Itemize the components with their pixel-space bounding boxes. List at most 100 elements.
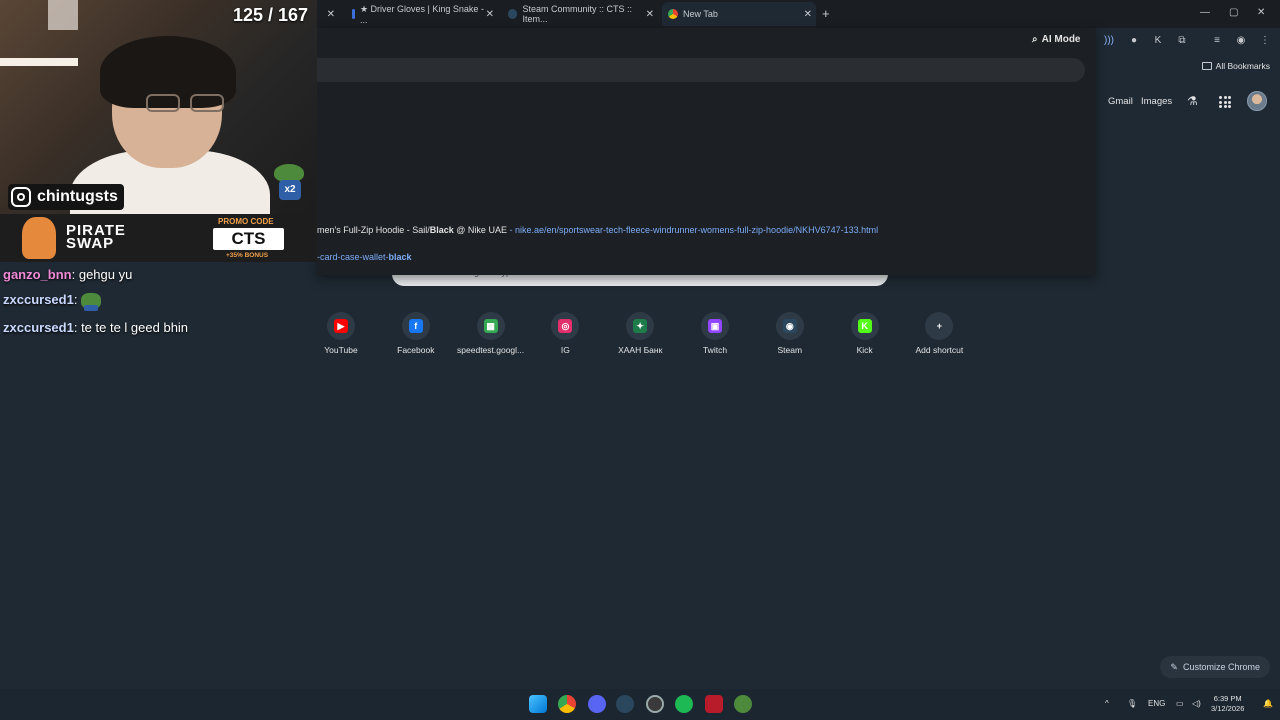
discord-icon[interactable] <box>588 695 606 713</box>
extension-icon[interactable]: ● <box>1128 35 1140 47</box>
shortcut-label: YouTube <box>324 345 358 355</box>
promo-bonus: +35% BONUS <box>226 252 269 259</box>
shortcut-tile[interactable]: ▶ YouTube <box>303 312 379 355</box>
all-bookmarks-label: All Bookmarks <box>1215 61 1270 71</box>
steam-icon: ◉ <box>782 319 797 333</box>
language-indicator[interactable]: ENG <box>1148 699 1165 708</box>
shortcut-tile[interactable]: ✦ ХААН Банк <box>602 312 678 355</box>
avatar[interactable] <box>1247 91 1267 111</box>
windows-start-icon[interactable] <box>529 695 547 713</box>
obs-icon[interactable] <box>646 695 664 713</box>
frog-emote-icon <box>81 292 102 311</box>
shortcut-tile[interactable]: ◉ Steam <box>752 312 828 355</box>
shortcut-tile[interactable]: K Kick <box>827 312 903 355</box>
close-window-button[interactable]: ✕ <box>1257 7 1265 18</box>
chat-message: ganzo_bnn: gehgu yu <box>3 267 133 282</box>
network-icon[interactable]: ▭ <box>1176 699 1184 708</box>
shortcut-circle: ◎ <box>551 312 580 340</box>
taskbar <box>0 689 1280 720</box>
google-apps-icon[interactable] <box>1219 96 1231 108</box>
shortcut-label: Add shortcut <box>915 345 964 355</box>
folder-icon <box>1201 62 1212 70</box>
shortcut-label: Steam <box>777 345 803 355</box>
close-icon[interactable]: ✕ <box>486 9 494 20</box>
chatterino-icon[interactable] <box>734 695 752 713</box>
shortcut-tile[interactable]: f Facebook <box>378 312 454 355</box>
chat-username: ganzo_bnn <box>3 267 72 282</box>
labs-flask-icon[interactable]: ⚗ <box>1187 94 1198 108</box>
pirate-mascot-icon <box>22 217 56 259</box>
pencil-icon: ✎ <box>1170 661 1178 672</box>
instagram-handle-badge: chintugsts <box>8 184 124 210</box>
tab-favicon-icon <box>352 9 355 19</box>
media-icon[interactable]: ≡ <box>1211 35 1223 47</box>
shortcut-tile[interactable]: ▣ Twitch <box>677 312 753 355</box>
menu-icon[interactable]: ⋮ <box>1259 35 1271 47</box>
shortcut-circle: ✦ <box>626 312 655 340</box>
taskbar-clock[interactable]: 6:39 PM 3/12/2026 <box>1211 694 1244 714</box>
new-tab-button[interactable]: + <box>822 6 830 21</box>
kick-extension-icon[interactable]: K <box>1152 35 1164 47</box>
promo-code: CTS <box>213 228 284 250</box>
game-launcher-icon[interactable] <box>705 695 723 713</box>
volume-icon[interactable]: ◁) <box>1192 699 1201 708</box>
profile-avatar-icon[interactable]: ◉ <box>1235 35 1247 47</box>
spotify-icon[interactable] <box>675 695 693 713</box>
glasses <box>146 94 230 114</box>
cast-icon[interactable]: ))) <box>1103 35 1115 47</box>
tab-steam-community[interactable]: Steam Community :: CTS :: Item... ✕ <box>502 4 658 24</box>
facebook-icon: f <box>408 319 423 333</box>
suggestion-url-bold: black <box>388 252 412 262</box>
tab-new-tab[interactable]: New Tab ✕ <box>662 2 816 26</box>
close-icon[interactable]: ✕ <box>804 9 812 20</box>
omnibox-input[interactable] <box>317 58 1085 82</box>
search-sparkle-icon: ⌕ <box>1032 34 1038 45</box>
tab-driver-gloves[interactable]: ★ Driver Gloves | King Snake - ... ✕ <box>346 3 498 25</box>
shortcut-label: ХААН Банк <box>618 345 663 355</box>
chat-username: zxccursed1 <box>3 292 74 307</box>
notifications-icon[interactable]: 🔔 <box>1263 699 1273 708</box>
minimize-button[interactable]: — <box>1200 7 1210 18</box>
shortcut-circle: K <box>850 312 879 340</box>
steam-taskbar-icon[interactable] <box>616 695 634 713</box>
customize-chrome-button[interactable]: ✎ Customize Chrome <box>1160 656 1270 678</box>
khaan-bank-icon: ✦ <box>633 319 648 333</box>
tab-partial[interactable]: ✕ <box>317 4 339 24</box>
suggestion-url: -card-case-wallet- <box>317 252 389 262</box>
suggestion-title-bold: Black <box>429 225 454 235</box>
puzzle-icon[interactable]: ⧉ <box>1176 35 1188 47</box>
maximize-button[interactable]: ▢ <box>1229 7 1238 18</box>
shortcut-circle: ▣ <box>701 312 729 340</box>
shortcut-tile[interactable]: ◎ IG <box>527 312 603 355</box>
progress-counter: 125 / 167 <box>233 5 309 25</box>
chevron-up-icon[interactable]: ^ <box>1105 699 1109 708</box>
emote-multiplier: x2 <box>279 180 301 200</box>
shortcut-tile[interactable]: ▦ speedtest.googl... <box>453 312 529 355</box>
microphone-icon[interactable]: 🎙 <box>1127 699 1137 708</box>
images-link[interactable]: Images <box>1141 96 1172 107</box>
shortcut-label: IG <box>560 345 570 355</box>
close-icon[interactable]: ✕ <box>646 9 654 20</box>
gmail-link[interactable]: Gmail <box>1108 96 1133 107</box>
chat-text: gehgu yu <box>75 267 133 282</box>
omnibox-suggestion[interactable]: men's Full-Zip Hoodie - Sail/Black @ Nik… <box>317 225 878 235</box>
kick-icon: K <box>857 319 872 333</box>
ai-mode-button[interactable]: ⌕ AI Mode <box>1032 34 1081 45</box>
shortcut-circle: ▶ <box>327 312 355 340</box>
sponsor-logo-text: PIRATE SWAP <box>66 223 126 251</box>
shortcut-circle: ◉ <box>775 312 804 340</box>
chrome-taskbar-icon[interactable] <box>558 695 576 713</box>
suggestion-url: nike.ae/en/sportswear-tech-fleece-windru… <box>514 225 879 235</box>
steam-icon <box>508 9 518 19</box>
instagram-icon <box>11 187 31 207</box>
all-bookmarks-button[interactable]: All Bookmarks <box>1201 61 1270 71</box>
shortcut-label: speedtest.googl... <box>457 345 525 355</box>
instagram-handle: chintugsts <box>37 188 118 205</box>
tab-title: ★ Driver Gloves | King Snake - ... <box>359 3 484 25</box>
customize-chrome-label: Customize Chrome <box>1182 662 1260 672</box>
shortcut-tile[interactable]: + Add shortcut <box>901 312 977 355</box>
chat-username: zxccursed1 <box>3 320 74 335</box>
suggestion-separator: - <box>506 225 515 235</box>
omnibox-suggestion[interactable]: -card-case-wallet-black <box>317 252 412 262</box>
close-icon[interactable]: ✕ <box>327 9 335 20</box>
